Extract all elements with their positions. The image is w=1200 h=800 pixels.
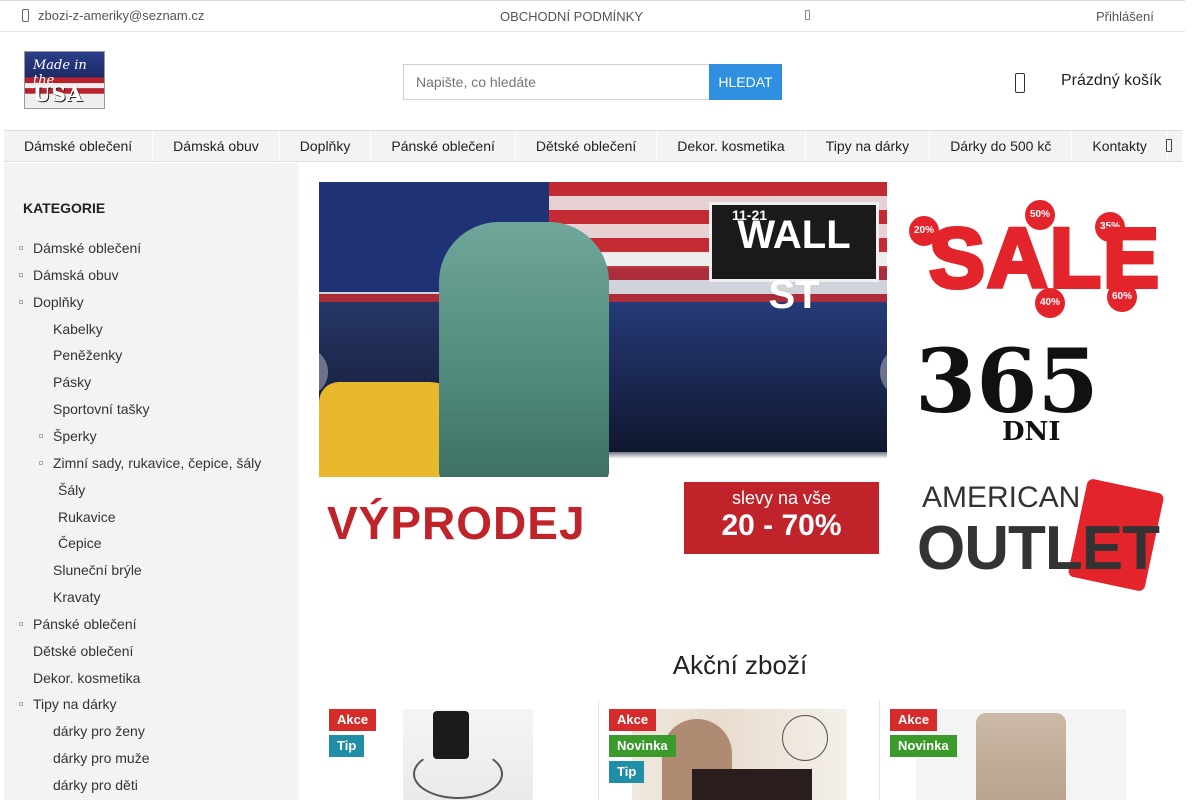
flag-novinka: Novinka <box>609 735 676 757</box>
product-bag <box>692 769 812 800</box>
sidebar-category-item[interactable]: dárky pro muže <box>53 750 149 766</box>
category-bullet-icon <box>19 299 23 304</box>
nav-item-detske-obleceni[interactable]: Dětské oblečení <box>516 131 658 161</box>
top-bar: zbozi-z-ameriky@seznam.cz OBCHODNÍ PODMÍ… <box>0 0 1185 32</box>
flag-novinka: Novinka <box>890 735 957 757</box>
outlet-line2: OUTLET <box>917 514 1160 583</box>
flag-tip: Tip <box>329 735 365 757</box>
promo-365-days[interactable]: 365 DNI <box>907 329 1181 451</box>
product-necklace <box>413 749 503 799</box>
sidebar-category-item[interactable]: Dámská obuv <box>33 267 119 283</box>
outlet-line1: AMERICAN <box>922 481 1081 514</box>
category-bullet-icon <box>19 272 23 277</box>
nav-item-dekor-kosmetika[interactable]: Dekor. kosmetika <box>657 131 806 161</box>
sidebar-category-item[interactable]: Peněženky <box>53 347 122 363</box>
section-title: Akční zboží <box>672 650 808 680</box>
flag-akce: Akce <box>890 709 938 731</box>
search-button[interactable]: HLEDAT <box>709 64 782 100</box>
site-logo[interactable]: Made in the USA <box>24 51 105 109</box>
sidebar-category-item[interactable]: Šperky <box>53 428 97 444</box>
product-card[interactable]: Akce Novinka Tip <box>598 700 878 800</box>
product-boot <box>976 713 1066 800</box>
sidebar-category-item[interactable]: Dámské oblečení <box>33 240 141 256</box>
promo-sale[interactable]: 20% 50% 35% 40% 60% SALE <box>907 182 1182 327</box>
nav-item-kontakty[interactable]: Kontakty <box>1072 131 1168 161</box>
discount-line1: slevy na vše <box>731 488 832 508</box>
city-skyline <box>609 302 887 452</box>
sidebar-category-item[interactable]: Tipy na dárky <box>33 696 117 712</box>
search-form: HLEDAT <box>403 64 782 100</box>
nav-item-damska-obuv[interactable]: Dámská obuv <box>153 131 280 161</box>
product-card[interactable]: Akce Tip <box>319 700 599 800</box>
sidebar-category-item[interactable]: Pásky <box>53 374 91 390</box>
sidebar-category-item[interactable]: Sluneční brýle <box>53 562 142 578</box>
product-card[interactable]: Akce Novinka <box>879 700 1159 800</box>
nav-item-tipy-na-darky[interactable]: Tipy na dárky <box>806 131 931 161</box>
sidebar-category-item[interactable]: dárky pro děti <box>53 777 138 793</box>
category-sidebar: KATEGORIE Dámské oblečení Dámská obuv Dopl… <box>4 163 299 800</box>
discount-line2: 20 - 70% <box>721 509 842 542</box>
product-badge <box>782 715 828 761</box>
sidebar-category-item[interactable]: Dětské oblečení <box>33 643 133 659</box>
nav-item-darky-do-500[interactable]: Dárky do 500 kč <box>930 131 1073 161</box>
main-nav: Dámské oblečení Dámská obuv Doplňky Páns… <box>4 130 1182 162</box>
banner-headline: VÝPRODEJ <box>327 497 586 549</box>
email-text[interactable]: zbozi-z-ameriky@seznam.cz <box>38 8 204 23</box>
promo-american-outlet[interactable]: AMERICAN OUTLET <box>907 463 1181 593</box>
nav-item-panske-obleceni[interactable]: Pánské oblečení <box>371 131 516 161</box>
statue-of-liberty-image <box>439 222 609 482</box>
search-input[interactable] <box>403 64 709 100</box>
flag-akce: Akce <box>609 709 657 731</box>
phone-icon <box>22 9 29 22</box>
login-link[interactable]: Přihlášení <box>1096 9 1154 24</box>
nav-item-damske-obleceni[interactable]: Dámské oblečení <box>4 131 154 161</box>
promo-days-label: DNI <box>1002 417 1061 447</box>
cart-label[interactable]: Prázdný košík <box>1061 72 1161 90</box>
sidebar-category-item[interactable]: Šály <box>58 482 85 498</box>
nav-more-icon[interactable] <box>1166 139 1172 152</box>
discount-box: slevy na vše 20 - 70% <box>684 482 879 554</box>
category-bullet-icon <box>19 702 23 707</box>
terms-link[interactable]: OBCHODNÍ PODMÍNKY <box>500 9 643 24</box>
hero-banner[interactable]: 11-21 WALL ST VÝPRODEJ slevy na vše 20 -… <box>319 182 887 561</box>
sidebar-category-item[interactable]: Doplňky <box>33 294 84 310</box>
street-sign-numbers: 11-21 <box>732 207 768 223</box>
sidebar-category-item[interactable]: Kabelky <box>53 321 103 337</box>
sidebar-category-item[interactable]: Sportovní tašky <box>53 401 150 417</box>
category-bullet-icon <box>19 621 23 626</box>
category-bullet-icon <box>39 460 43 465</box>
sale-text: SALE <box>927 209 1162 307</box>
contact-email[interactable]: zbozi-z-ameriky@seznam.cz <box>22 8 204 23</box>
category-bullet-icon <box>19 246 23 250</box>
sidebar-category-item[interactable]: dárky pro ženy <box>53 723 145 739</box>
sidebar-category-item[interactable]: Zimní sady, rukavice, čepice, šály <box>53 455 261 471</box>
sidebar-category-item[interactable]: Rukavice <box>58 509 116 525</box>
cart-icon[interactable] <box>1015 73 1025 93</box>
sidebar-category-item[interactable]: Kravaty <box>53 589 100 605</box>
mobile-icon[interactable] <box>805 10 810 20</box>
sidebar-heading: KATEGORIE <box>23 200 106 216</box>
flag-tip: Tip <box>609 761 645 783</box>
sidebar-category-item[interactable]: Čepice <box>58 535 102 551</box>
logo-text-usa: USA <box>33 82 84 106</box>
sidebar-category-item[interactable]: Pánské oblečení <box>33 616 137 632</box>
category-bullet-icon <box>39 433 43 438</box>
flag-akce: Akce <box>329 709 377 731</box>
sidebar-category-item[interactable]: Dekor. kosmetika <box>33 670 140 686</box>
product-image[interactable] <box>403 709 533 800</box>
nav-item-doplnky[interactable]: Doplňky <box>280 131 372 161</box>
wall-street-sign: 11-21 WALL ST <box>709 202 879 317</box>
